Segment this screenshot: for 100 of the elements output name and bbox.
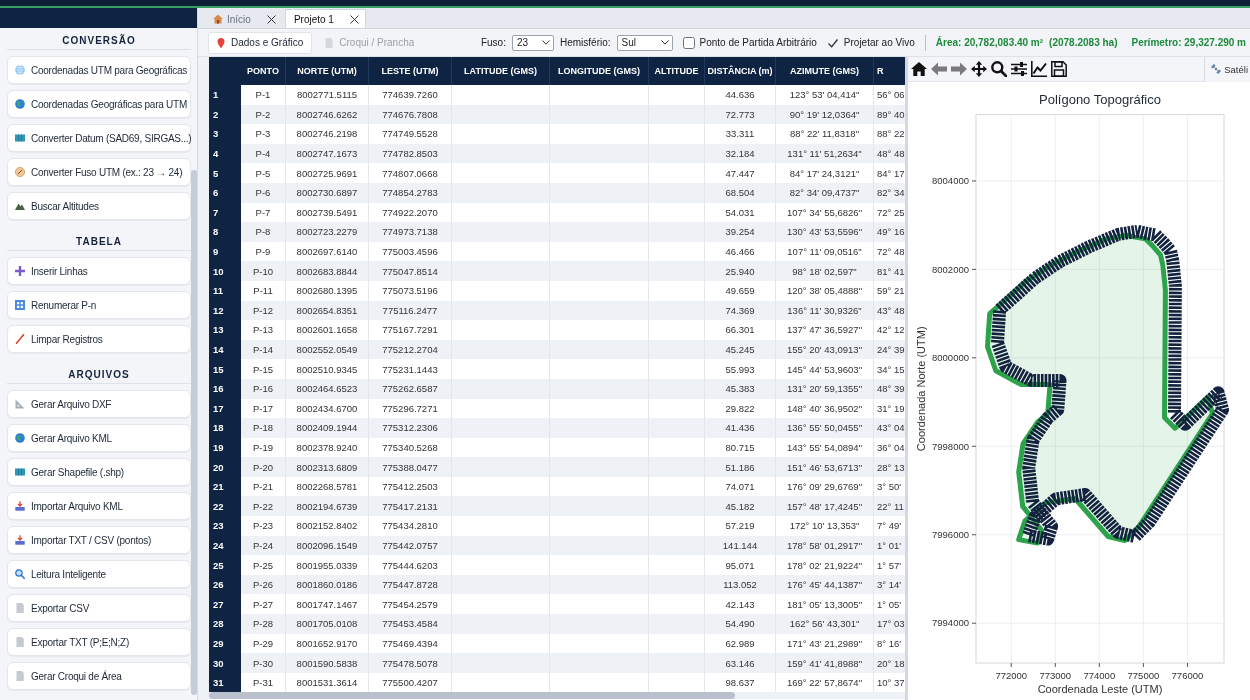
table-cell: P-11 [241, 280, 286, 301]
sidebar-button[interactable]: Gerar Arquivo DXF [7, 390, 191, 418]
magnifier-icon [15, 569, 25, 579]
map-icon [15, 467, 25, 477]
sidebar-button[interactable]: Gerar Arquivo KML [7, 424, 191, 452]
x-tick-label: 772000 [995, 670, 1028, 681]
row-number: 22 [209, 496, 241, 517]
view-tab[interactable]: Dados e Gráfico [208, 31, 313, 54]
table-cell: 8002510.9345 [286, 359, 369, 379]
sidebar-button[interactable]: Gerar Shapefile (.shp) [7, 458, 191, 486]
tab[interactable]: Início [204, 9, 283, 28]
document-icon [15, 671, 25, 681]
table-cell: P-3 [241, 124, 286, 144]
table-cell-text: 22° 11 [876, 499, 905, 514]
row-number: 2 [209, 104, 241, 125]
table-cell: 8002771.5115 [286, 85, 369, 105]
section-heading: CONVERSÃO [7, 33, 191, 50]
sidebar-button[interactable]: Limpar Registros [7, 325, 191, 353]
table-cell: 136° 55' 50,0455" [776, 418, 874, 438]
chevron-down-icon [660, 40, 669, 45]
move-arrows-icon[interactable] [971, 61, 987, 77]
row-number: 25 [209, 555, 241, 575]
table-cell-text: 81° 41 [876, 264, 905, 279]
hemisphere-label: Hemisfério: [559, 37, 611, 48]
table-cell: 775167.7291 [369, 320, 452, 340]
sidebar-button[interactable]: Exportar CSV [7, 594, 191, 622]
row-number: 14 [209, 339, 241, 360]
table-cell: P-8 [241, 222, 286, 242]
document-icon [15, 637, 25, 647]
satellite-button[interactable]: Satéli [1204, 56, 1250, 82]
checkbox[interactable] [682, 36, 695, 49]
table-cell-text: 20° 18 [876, 656, 905, 671]
table-cell: 8002725.9691 [286, 163, 369, 183]
scrollbar-thumb[interactable] [191, 170, 197, 695]
checkbox-label[interactable]: Projetar ao Vivo [843, 37, 915, 48]
sidebar-button[interactable]: Converter Fuso UTM (ex.: 23 → 24) [7, 158, 191, 186]
table-cell: P-5 [241, 163, 286, 183]
home-icon[interactable] [911, 61, 927, 77]
table-cell: 8002723.2279 [286, 222, 369, 242]
globe-icon [15, 99, 25, 109]
row-number: 16 [209, 378, 241, 399]
table-cell: 775231.1443 [369, 359, 452, 379]
satellite-icon [1211, 64, 1222, 74]
row-number: 31 [209, 672, 241, 693]
table-cell: 775047.8514 [369, 261, 452, 281]
table-cell: 774854.2783 [369, 182, 452, 203]
scrollbar-thumb[interactable] [209, 692, 735, 700]
sliders-icon[interactable] [1011, 61, 1027, 77]
hemisphere-select[interactable]: Sul [616, 34, 673, 51]
column-header[interactable]: R [874, 57, 905, 85]
zone-select[interactable]: 23 [511, 34, 554, 51]
table-cell: 8001705.0108 [286, 614, 369, 634]
number-grid-icon [15, 300, 25, 310]
inbox-tray-icon [15, 501, 25, 511]
sidebar-button[interactable]: Importar TXT / CSV (pontos) [7, 526, 191, 554]
row-number: 29 [209, 633, 241, 654]
table-cell: 57.219 [705, 516, 776, 536]
document-icon [325, 37, 334, 48]
save-icon[interactable] [1051, 61, 1067, 77]
row-number: 9 [209, 241, 241, 262]
table-cell: 145° 44' 53,9603" [776, 359, 874, 379]
section-heading: TABELA [7, 234, 191, 251]
table-cell-text: 3° 50' [876, 480, 903, 495]
table-cell: 8002313.6809 [286, 457, 369, 477]
x-tick-label: 776000 [1171, 670, 1204, 681]
house-icon [213, 14, 223, 24]
sidebar-button[interactable]: Buscar Altitudes [7, 192, 191, 220]
row-number: 1 [209, 85, 241, 105]
close-icon[interactable] [266, 14, 276, 24]
table-cell-text: 43° 48 [876, 303, 905, 318]
sidebar-button[interactable]: Coordenadas Geográficas para UTM [7, 90, 191, 118]
table-cell: 8002601.1658 [286, 320, 369, 340]
sidebar-button[interactable]: Importar Arquivo KML [7, 492, 191, 520]
sidebar-button[interactable]: Inserir Linhas [7, 257, 191, 285]
sidebar-button[interactable]: Gerar Croqui de Área [7, 662, 191, 690]
tab[interactable]: Projeto 1 [284, 9, 366, 28]
table-cell-text: 72° 48 [876, 245, 905, 260]
sidebar-button[interactable]: Coordenadas UTM para Geográficas [7, 56, 191, 84]
table-cell: 47.447 [705, 163, 776, 183]
sidebar-button[interactable]: Exportar TXT (P;E;N;Z) [7, 628, 191, 656]
x-tick-label: 773000 [1039, 670, 1072, 681]
table-cell: 51.186 [705, 457, 776, 477]
x-tick-label: 774000 [1083, 670, 1116, 681]
row-number: 11 [209, 280, 241, 301]
table-cell: 8001590.5838 [286, 653, 369, 673]
sidebar-button[interactable]: Converter Datum (SAD69, SIRGAS...) [7, 124, 191, 152]
sidebar-button[interactable]: Renumerar P-n [7, 291, 191, 319]
table-cell: 159° 41' 41,8988" [776, 653, 874, 673]
sidebar-button[interactable]: Leitura Inteligente [7, 560, 191, 588]
close-icon[interactable] [349, 14, 359, 24]
checkbox[interactable] [826, 36, 839, 49]
table-cell: 33.311 [705, 124, 776, 144]
table-cell-text: 49° 16 [876, 225, 905, 240]
line-chart-icon[interactable] [1031, 61, 1047, 77]
row-number: 19 [209, 437, 241, 458]
magnifier-icon[interactable] [991, 61, 1007, 77]
checkbox-label[interactable]: Ponto de Partida Arbitrário [699, 37, 817, 48]
table-cell: P-28 [241, 614, 286, 634]
row-number: 28 [209, 614, 241, 634]
table-cell-text: 34° 15 [876, 362, 905, 377]
